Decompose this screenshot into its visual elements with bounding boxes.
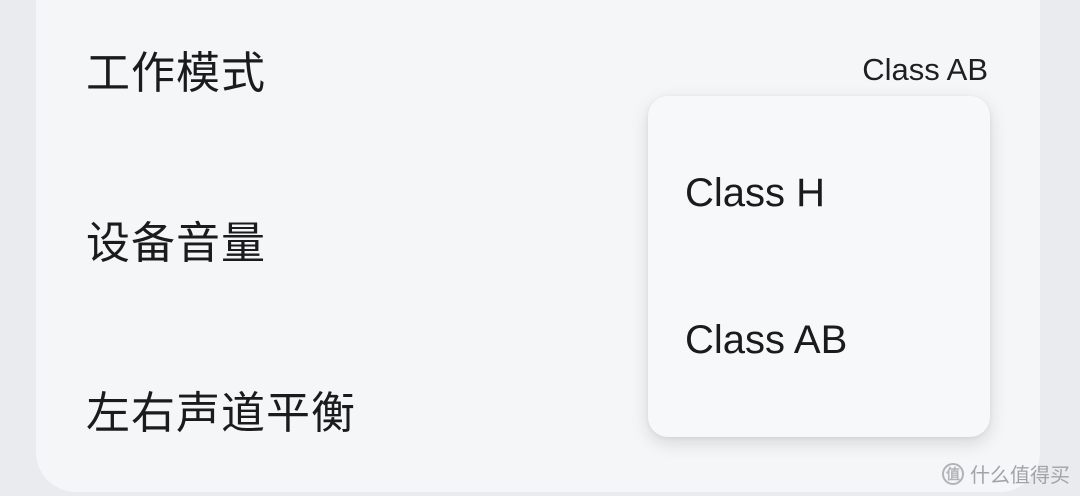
channel-balance-label[interactable]: 左右声道平衡 xyxy=(86,392,356,436)
device-volume-label[interactable]: 设备音量 xyxy=(86,222,266,266)
watermark: 值 什么值得买 xyxy=(942,459,1070,488)
watermark-logo-icon: 值 xyxy=(942,462,964,485)
watermark-text: 什么值得买 xyxy=(970,463,1070,487)
option-class-h[interactable]: Class H xyxy=(685,173,825,213)
work-mode-value[interactable]: Class AB xyxy=(862,54,988,85)
option-class-ab[interactable]: Class AB xyxy=(685,320,847,360)
work-mode-dropdown: Class H Class AB xyxy=(648,96,990,437)
work-mode-label[interactable]: 工作模式 xyxy=(86,52,266,96)
